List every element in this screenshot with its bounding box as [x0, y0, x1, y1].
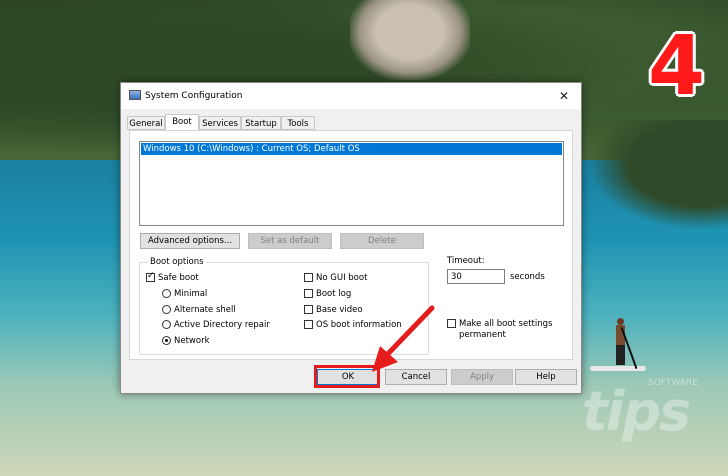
- minimal-radio[interactable]: [162, 289, 171, 298]
- timeout-unit-label: seconds: [510, 272, 545, 282]
- timeout-label: Timeout:: [447, 256, 485, 266]
- safe-boot-checkbox[interactable]: [146, 271, 155, 282]
- no-gui-boot-checkbox[interactable]: [304, 273, 313, 282]
- timeout-input[interactable]: 30: [447, 269, 505, 284]
- base-video-checkbox[interactable]: [304, 305, 313, 314]
- boot-log-label: Boot log: [316, 289, 352, 299]
- tab-boot[interactable]: Boot: [165, 114, 199, 130]
- no-gui-boot-label: No GUI boot: [316, 273, 368, 283]
- set-as-default-button[interactable]: Set as default: [248, 233, 332, 249]
- boot-options-group: Boot options Safe boot Minimal Alternate…: [139, 257, 429, 355]
- minimal-label: Minimal: [174, 289, 208, 299]
- boot-log-checkbox[interactable]: [304, 289, 313, 298]
- watermark-logo: tips: [582, 380, 691, 443]
- make-permanent-label-line1: Make all boot settings: [459, 319, 553, 329]
- dialog-title: System Configuration: [145, 91, 243, 101]
- safe-boot-label: Safe boot: [158, 273, 199, 283]
- tab-startup[interactable]: Startup: [241, 116, 281, 130]
- advanced-options-button[interactable]: Advanced options...: [140, 233, 240, 249]
- help-button[interactable]: Help: [515, 369, 577, 385]
- network-radio[interactable]: [162, 336, 171, 345]
- os-boot-info-checkbox[interactable]: [304, 320, 313, 329]
- boot-tab-panel: Windows 10 (C:\Windows) : Current OS; De…: [129, 130, 573, 360]
- title-bar[interactable]: System Configuration ✕: [121, 83, 581, 109]
- watermark-small-text: SOFTWARE: [648, 378, 698, 388]
- delete-button[interactable]: Delete: [340, 233, 424, 249]
- base-video-label: Base video: [316, 305, 363, 315]
- ad-repair-radio[interactable]: [162, 320, 171, 329]
- os-list[interactable]: Windows 10 (C:\Windows) : Current OS; De…: [139, 141, 564, 226]
- alternate-shell-radio[interactable]: [162, 305, 171, 314]
- rock-outcrop: [350, 0, 470, 80]
- boot-options-label: Boot options: [148, 257, 206, 267]
- ad-repair-label: Active Directory repair: [174, 320, 270, 330]
- tab-tools[interactable]: Tools: [281, 116, 315, 130]
- close-button[interactable]: ✕: [547, 83, 581, 109]
- shore-trees: [588, 120, 728, 230]
- tab-services[interactable]: Services: [199, 116, 241, 130]
- alternate-shell-label: Alternate shell: [174, 305, 236, 315]
- step-number-badge: 4: [648, 19, 706, 114]
- tab-general[interactable]: General: [127, 116, 165, 130]
- cancel-button[interactable]: Cancel: [385, 369, 447, 385]
- make-permanent-label-line2: permanent: [459, 330, 506, 340]
- msconfig-icon: [129, 90, 141, 100]
- network-label: Network: [174, 336, 210, 346]
- os-boot-info-label: OS boot information: [316, 320, 402, 330]
- system-configuration-dialog: System Configuration ✕ General Boot Serv…: [120, 82, 582, 394]
- apply-button[interactable]: Apply: [451, 369, 513, 385]
- os-list-item[interactable]: Windows 10 (C:\Windows) : Current OS; De…: [141, 143, 562, 155]
- make-permanent-checkbox[interactable]: [447, 319, 456, 328]
- ok-highlight-box: [314, 365, 380, 388]
